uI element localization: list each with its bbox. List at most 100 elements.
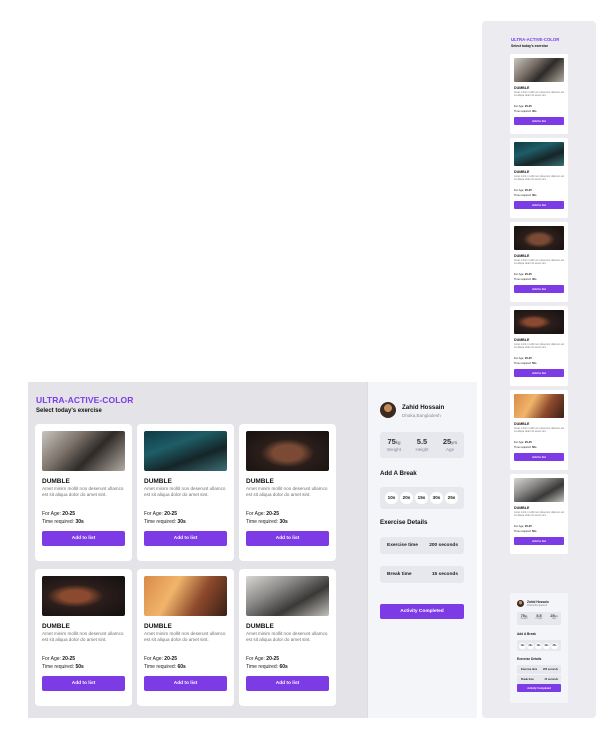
exercise-image	[42, 431, 125, 471]
add-to-list-button[interactable]: Add to list	[514, 369, 564, 377]
exercise-description: Amet minim mollit non deserunt ullamco e…	[144, 486, 226, 497]
break-option[interactable]: 30s	[543, 643, 550, 649]
activity-completed-button[interactable]: Activity Completed	[380, 604, 464, 619]
add-to-list-button[interactable]: Add to list	[514, 117, 564, 125]
add-to-list-button[interactable]: Add to list	[144, 676, 227, 691]
profile-sidebar: Zahid Hossain Dhaka,Bangladesh 75kg Weig…	[367, 382, 477, 718]
exercise-card: DUMBLE Amet minim mollit non deserunt ul…	[510, 222, 568, 302]
exercise-age: For Age: 20-25	[514, 273, 532, 276]
break-option[interactable]: 20s	[527, 643, 534, 649]
break-title: Add A Break	[517, 632, 536, 636]
break-title: Add A Break	[380, 470, 417, 477]
exercise-name: DUMBLE	[514, 422, 530, 426]
break-option[interactable]: 30s	[430, 492, 443, 504]
exercise-image	[514, 226, 564, 250]
exercise-image	[144, 576, 227, 616]
break-options: 10s 20s 15s 30s 25s	[517, 640, 561, 651]
exercise-age: For Age: 20-25	[514, 357, 532, 360]
exercise-card: DUMBLE Amet minim mollit non deserunt ul…	[239, 569, 336, 706]
exercise-description: Amet minim mollit non deserunt ullamco e…	[246, 631, 328, 642]
exercise-age: For Age: 20-25	[514, 189, 532, 192]
exercise-description: Amet minim mollit non deserunt ullamco e…	[42, 631, 124, 642]
details-title: Exercise Details	[380, 519, 428, 526]
break-option[interactable]: 10s	[519, 643, 526, 649]
break-option[interactable]: 25s	[445, 492, 458, 504]
exercise-card: DUMBLE Amet minim mollit non deserunt ul…	[510, 474, 568, 554]
exercise-name: DUMBLE	[246, 478, 274, 485]
break-option[interactable]: 15s	[535, 643, 542, 649]
add-to-list-button[interactable]: Add to list	[42, 531, 125, 546]
add-to-list-button[interactable]: Add to list	[514, 285, 564, 293]
exercise-image	[144, 431, 227, 471]
exercise-description: Amet minim mollit non deserunt ullamco e…	[42, 486, 124, 497]
stat-height: 5.5 Height	[415, 437, 429, 452]
exercise-age: For Age: 20-25	[246, 511, 280, 517]
exercise-card: DUMBLE Amet minim mollit non deserunt ul…	[137, 424, 234, 561]
exercise-time: Time required: 30s	[514, 194, 537, 197]
break-time-row: Break time 15 seconds	[517, 675, 561, 684]
exercise-card: DUMBLE Amet minim mollit non deserunt ul…	[510, 390, 568, 470]
add-to-list-button[interactable]: Add to list	[514, 453, 564, 461]
page-subtitle: Select today's exercise	[511, 44, 549, 48]
exercise-name: DUMBLE	[144, 623, 172, 630]
break-time-row: Break time 15 seconds	[380, 566, 464, 583]
exercise-description: Amet minim mollit non deserunt ullamco e…	[246, 486, 328, 497]
exercise-image	[42, 576, 125, 616]
add-to-list-button[interactable]: Add to list	[514, 537, 564, 545]
exercise-description: Amet minim mollit non deserunt ullamco e…	[144, 631, 226, 642]
break-option[interactable]: 20s	[400, 492, 413, 504]
exercise-image	[246, 576, 329, 616]
exercise-time-row: Exercise time 200 seconds	[380, 537, 464, 554]
profile-location: Dhaka,Bangladesh	[527, 604, 548, 607]
exercise-image	[514, 58, 564, 82]
exercise-card: DUMBLE Amet minim mollit non deserunt ul…	[510, 306, 568, 386]
exercise-description: Amet minim mollit non deserunt ullamco e…	[514, 511, 565, 518]
exercise-age: For Age: 20-25	[144, 511, 178, 517]
exercise-time: Time required: 60s	[514, 446, 537, 449]
break-option[interactable]: 15s	[415, 492, 428, 504]
profile-stats: 75kg Weight 5.5 Height 25yrs Age	[517, 612, 561, 625]
add-to-list-button[interactable]: Add to list	[246, 531, 329, 546]
exercise-time: Time required: 30s	[144, 519, 186, 525]
exercise-name: DUMBLE	[514, 254, 530, 258]
add-to-list-button[interactable]: Add to list	[246, 676, 329, 691]
exercise-description: Amet minim mollit non deserunt ullamco e…	[514, 427, 565, 434]
break-option[interactable]: 10s	[385, 492, 398, 504]
exercise-image	[514, 478, 564, 502]
add-to-list-button[interactable]: Add to list	[42, 676, 125, 691]
exercise-name: DUMBLE	[42, 478, 70, 485]
add-to-list-button[interactable]: Add to list	[514, 201, 564, 209]
exercise-age: For Age: 20-25	[246, 656, 280, 662]
stat-weight: 75kg Weight	[520, 614, 528, 620]
exercise-age: For Age: 20-25	[42, 511, 76, 517]
exercise-card: DUMBLE Amet minim mollit non deserunt ul…	[239, 424, 336, 561]
stat-age: 25yrs Age	[550, 614, 558, 620]
exercise-description: Amet minim mollit non deserunt ullamco e…	[514, 91, 565, 98]
stat-age: 25yrs Age	[442, 437, 458, 452]
app-title: ULTRA-ACTIVE-COLOR	[36, 395, 134, 405]
exercise-time: Time required: 30s	[42, 519, 84, 525]
add-to-list-button[interactable]: Add to list	[144, 531, 227, 546]
exercise-age: For Age: 20-25	[514, 441, 532, 444]
mobile-view: ULTRA-ACTIVE-COLOR Select today's exerci…	[482, 21, 596, 718]
exercise-name: DUMBLE	[42, 623, 70, 630]
avatar	[380, 402, 396, 418]
page-subtitle: Select today's exercise	[36, 408, 102, 414]
activity-completed-button[interactable]: Activity Completed	[517, 684, 561, 692]
exercise-time: Time required: 50s	[42, 664, 84, 670]
exercise-image	[514, 142, 564, 166]
exercise-card: DUMBLE Amet minim mollit non deserunt ul…	[35, 424, 132, 561]
exercise-time: Time required: 50s	[514, 362, 537, 365]
profile-location: Dhaka,Bangladesh	[402, 413, 441, 418]
exercise-name: DUMBLE	[514, 338, 530, 342]
exercise-time: Time required: 60s	[514, 530, 537, 533]
exercise-image	[514, 310, 564, 334]
exercise-time: Time required: 30s	[514, 110, 537, 113]
exercise-name: DUMBLE	[514, 86, 530, 90]
exercise-card: DUMBLE Amet minim mollit non deserunt ul…	[510, 54, 568, 134]
avatar	[517, 600, 524, 607]
exercise-age: For Age: 20-25	[42, 656, 76, 662]
exercise-name: DUMBLE	[144, 478, 172, 485]
break-option[interactable]: 25s	[551, 643, 558, 649]
desktop-view: ULTRA-ACTIVE-COLOR Select today's exerci…	[28, 382, 477, 718]
